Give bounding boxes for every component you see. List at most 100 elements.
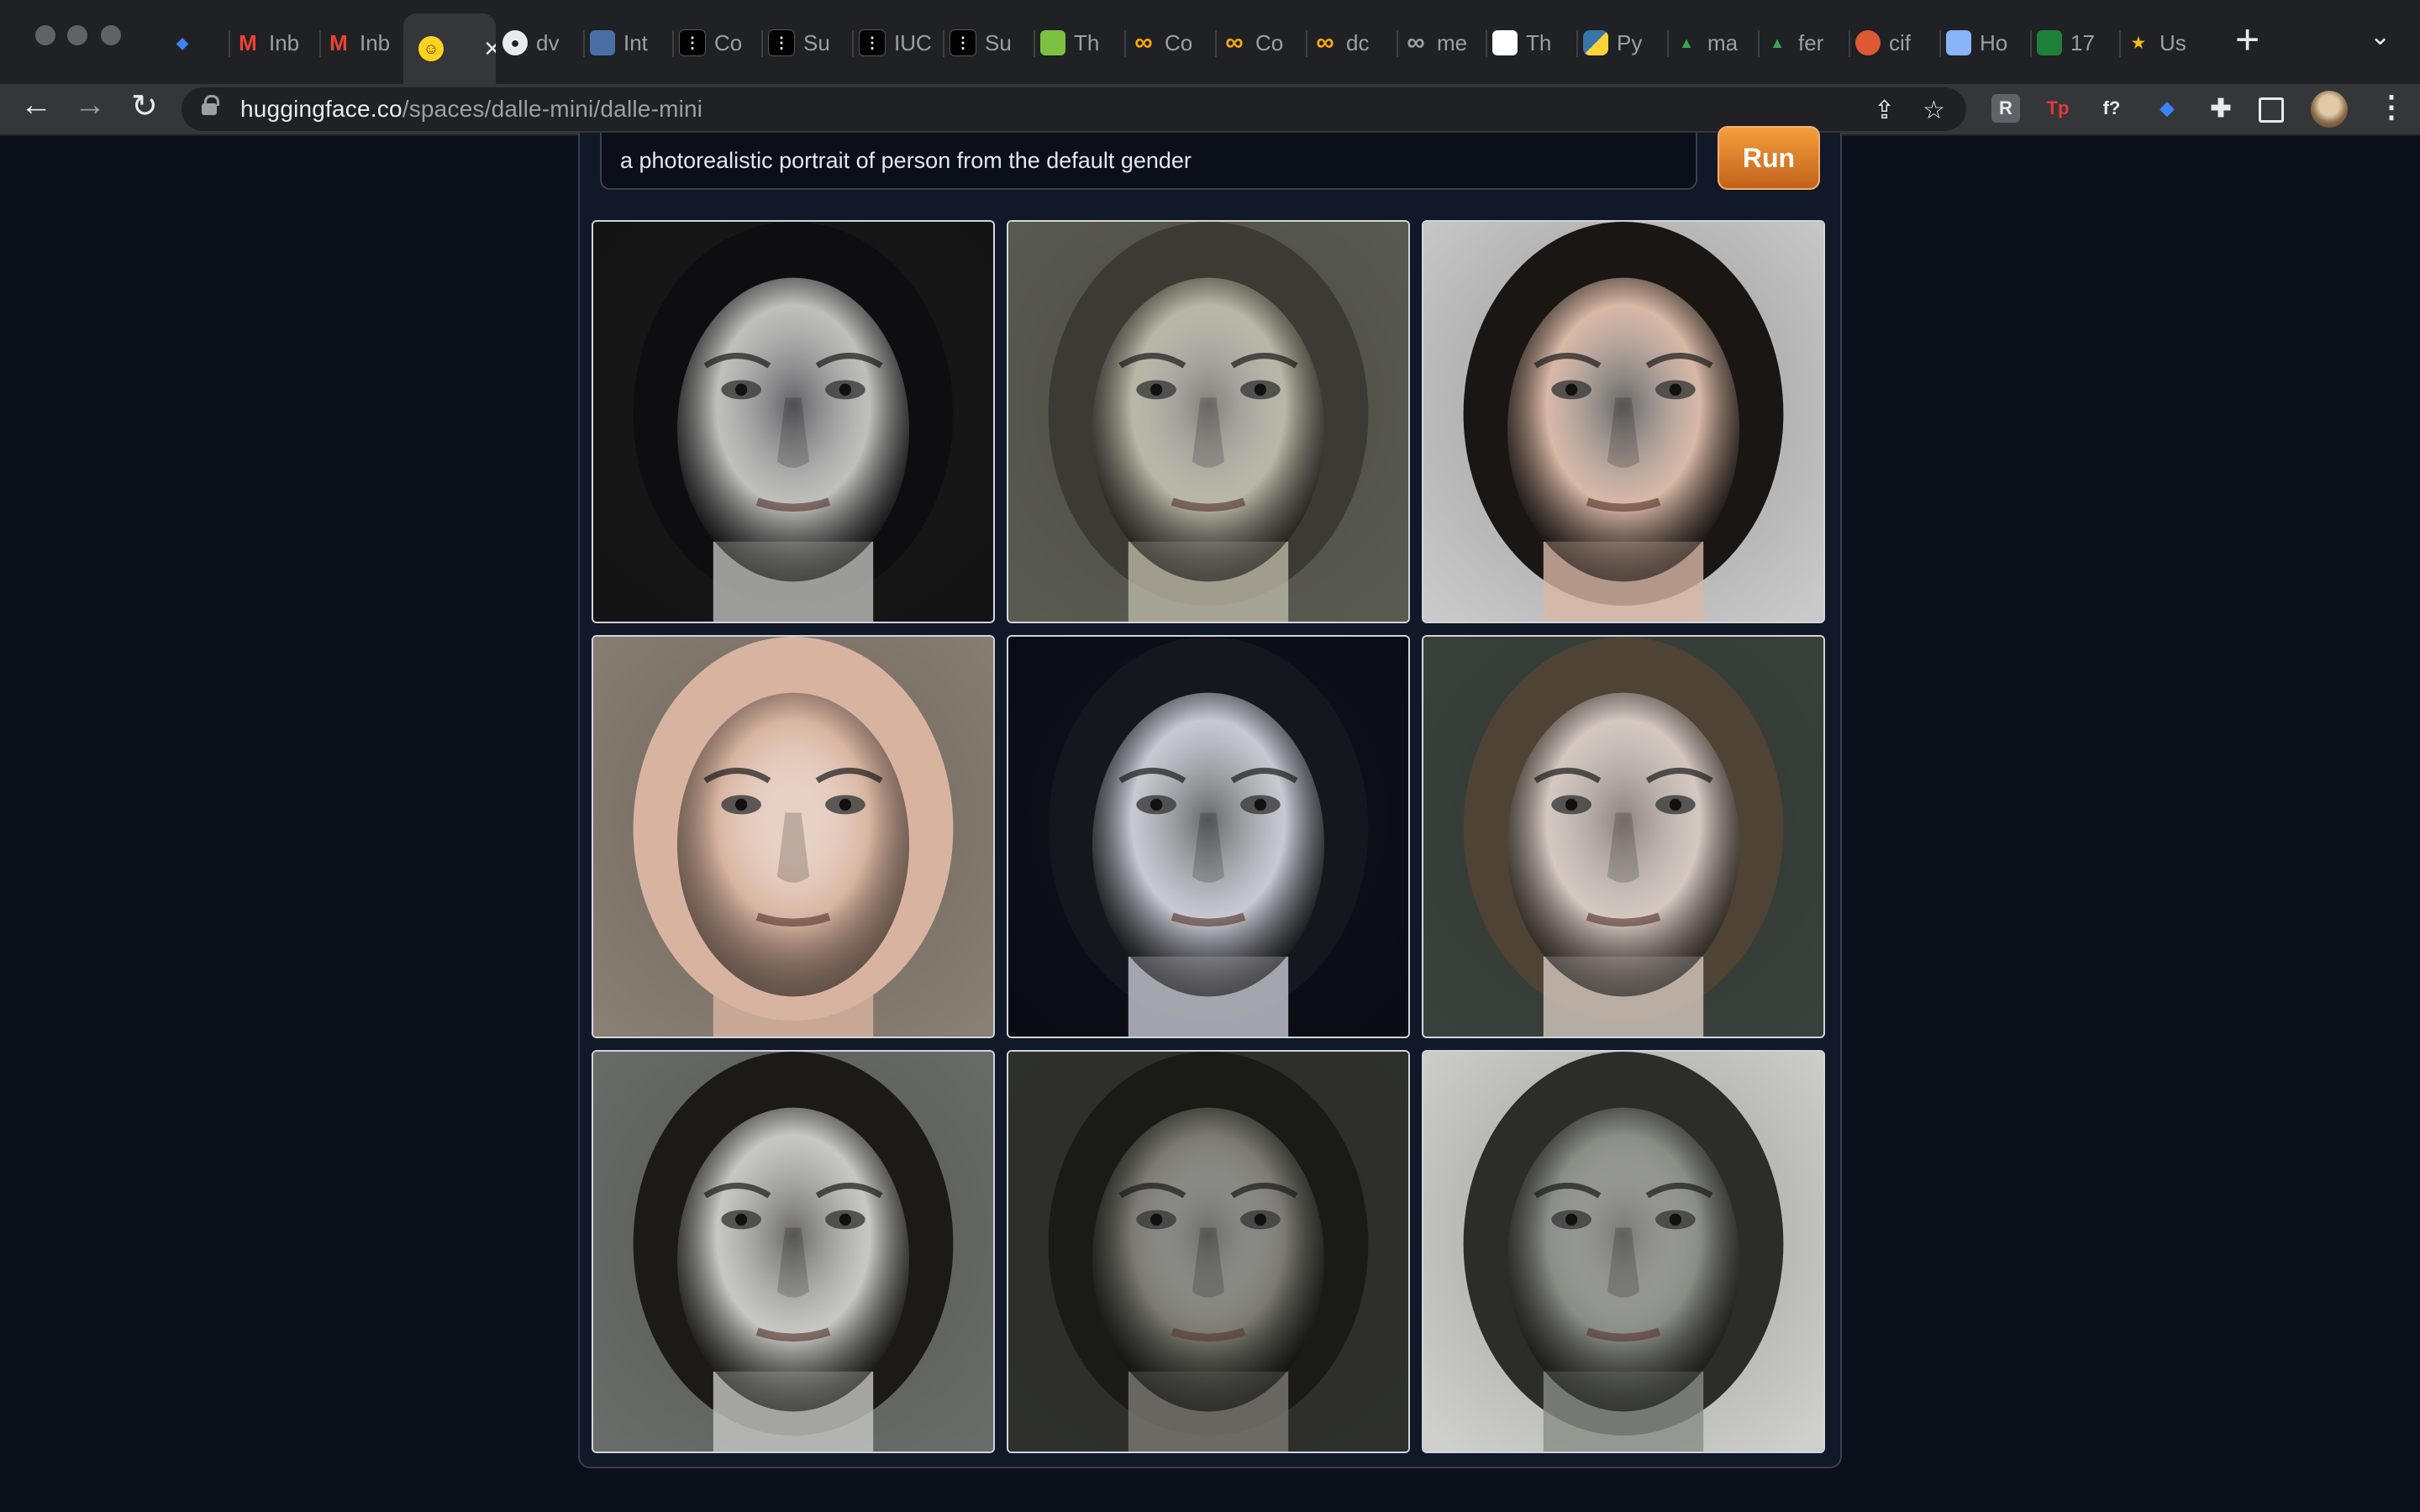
tab-separator <box>1486 30 1487 57</box>
minimize-window-dot[interactable] <box>67 25 87 45</box>
browser-tab[interactable]: ∞ Co <box>1131 17 1207 69</box>
generated-portrait-image[interactable] <box>592 220 995 623</box>
bookmark-star-icon[interactable]: ☆ <box>1923 96 1945 125</box>
browser-tab[interactable]: Th <box>1040 17 1116 69</box>
prompt-text: a photorealistic portrait of person from… <box>620 147 1192 173</box>
browser-tab[interactable]: ∞ me <box>1403 17 1479 69</box>
tab-label: Co <box>1165 29 1193 55</box>
tab-label: Su <box>803 29 830 55</box>
prompt-input[interactable]: a photorealistic portrait of person from… <box>600 133 1697 190</box>
tab-separator <box>2119 30 2121 57</box>
duckduckgo-icon <box>1855 30 1881 55</box>
browser-tab[interactable]: ⋮ Su <box>950 17 1025 69</box>
lock-icon[interactable] <box>202 95 219 117</box>
readwise-icon[interactable]: R <box>1991 94 2020 123</box>
star-icon: ★ <box>2131 34 2146 51</box>
generated-portrait-image[interactable] <box>1007 220 1410 623</box>
side-panel-icon[interactable] <box>2259 97 2284 123</box>
close-tab-icon[interactable]: × <box>484 33 496 66</box>
tab-label: Su <box>985 29 1012 55</box>
tab-label: Inb <box>269 29 300 55</box>
new-tab-button[interactable]: + <box>2235 15 2260 64</box>
tab-separator <box>2030 30 2032 57</box>
tab-label: ma <box>1707 29 1739 55</box>
browser-tab[interactable]: ● dv <box>502 17 578 69</box>
tab-separator <box>943 30 944 57</box>
chrome-menu-icon[interactable]: ⋮ <box>2376 89 2407 124</box>
generated-portrait-image[interactable] <box>1422 1050 1825 1453</box>
tab-separator <box>1939 30 1941 57</box>
tab-label: Th <box>1526 29 1552 55</box>
tab-separator <box>761 30 763 57</box>
browser-tab[interactable]: Ho <box>1946 17 2022 69</box>
tab-separator <box>319 30 321 57</box>
browser-tab[interactable]: cif <box>1855 17 1931 69</box>
run-button[interactable]: Run <box>1718 126 1820 190</box>
github-icon: ● <box>502 30 528 55</box>
function-icon[interactable]: f? <box>2097 94 2126 123</box>
tab-label: me <box>1437 29 1468 55</box>
url-text[interactable]: huggingface.co/spaces/dalle-mini/dalle-m… <box>240 96 702 123</box>
profile-avatar[interactable] <box>2311 91 2348 128</box>
browser-tab[interactable]: Th <box>1492 17 1568 69</box>
medium-icon: ⋮ <box>950 29 976 56</box>
browser-tab-strip: ◆ M Inb M Inb ☺ × ● dv Int ⋮ Co ⋮ Su ⋮ IUC ⋮ Su Th ∞ Co ∞ Co ∞ d… <box>0 0 2420 84</box>
browser-tab[interactable]: ◆ <box>170 17 229 69</box>
tab-separator <box>852 30 854 57</box>
generated-portrait-image[interactable] <box>1422 220 1825 623</box>
tab-separator <box>672 30 674 57</box>
browser-tab[interactable]: M Inb <box>326 17 402 69</box>
medium-icon: ⋮ <box>768 29 795 56</box>
tab-label: Co <box>714 29 743 55</box>
browser-tab[interactable]: ⋮ Co <box>679 17 755 69</box>
browser-tab[interactable]: Py <box>1583 17 1659 69</box>
gmail-icon: M <box>239 29 257 55</box>
browser-tab[interactable]: M Inb <box>235 17 311 69</box>
gem-icon[interactable]: ◆ <box>2153 94 2181 123</box>
share-icon[interactable]: ⇪ <box>1874 96 1895 125</box>
tp-icon[interactable]: Tp <box>2044 94 2072 123</box>
generated-portrait-image[interactable] <box>1422 635 1825 1038</box>
generated-portrait-image[interactable] <box>1007 635 1410 1038</box>
browser-tab[interactable]: ∞ dc <box>1313 17 1388 69</box>
tab-label: cif <box>1889 29 1911 55</box>
browser-tab[interactable]: ⋮ IUC <box>859 17 934 69</box>
tab-label: 17 <box>2070 29 2095 55</box>
reload-icon[interactable]: ↻ <box>131 87 158 125</box>
browser-tab[interactable]: ★ Us <box>2126 17 2202 69</box>
generated-portrait-image[interactable] <box>592 1050 995 1453</box>
infinity-icon: ∞ <box>1407 29 1425 56</box>
tab-label: fer <box>1798 29 1824 55</box>
tab-separator <box>1849 30 1850 57</box>
close-window-dot[interactable] <box>35 25 55 45</box>
browser-tab[interactable]: 17 <box>2037 17 2112 69</box>
blue-gem-icon: ◆ <box>176 34 188 51</box>
doc-icon <box>1946 30 1971 55</box>
tab-label: Py <box>1617 29 1643 55</box>
tab-label: Int <box>623 29 648 55</box>
browser-tab[interactable]: ▲ ma <box>1674 17 1749 69</box>
colab-icon: ∞ <box>1316 29 1334 56</box>
python-icon <box>1583 30 1608 55</box>
address-bar[interactable]: huggingface.co/spaces/dalle-mini/dalle-m… <box>182 87 1966 131</box>
tab-label: dc <box>1346 29 1370 55</box>
browser-tab[interactable]: ∞ Co <box>1222 17 1297 69</box>
browser-tab[interactable]: ▲ fer <box>1765 17 1840 69</box>
tab-separator <box>1397 30 1398 57</box>
forward-arrow-icon[interactable]: → <box>74 87 106 123</box>
browser-tab[interactable]: Int <box>590 17 666 69</box>
medium-icon: ⋮ <box>859 29 886 56</box>
browser-tab[interactable]: ☺ × <box>403 13 496 84</box>
tab-search-chevron-icon[interactable]: ⌄ <box>2370 22 2391 51</box>
tab-label: Inb <box>360 29 391 55</box>
tab-separator <box>1124 30 1126 57</box>
generated-portrait-image[interactable] <box>592 635 995 1038</box>
back-arrow-icon[interactable]: ← <box>20 87 52 123</box>
zoom-window-dot[interactable] <box>101 25 121 45</box>
generated-portrait-image[interactable] <box>1007 1050 1410 1453</box>
extensions-puzzle-icon[interactable]: ✚ <box>2207 94 2235 123</box>
browser-tab[interactable]: ⋮ Su <box>768 17 844 69</box>
tab-label: Th <box>1074 29 1100 55</box>
tab-separator <box>1667 30 1669 57</box>
tab-separator <box>583 30 585 57</box>
